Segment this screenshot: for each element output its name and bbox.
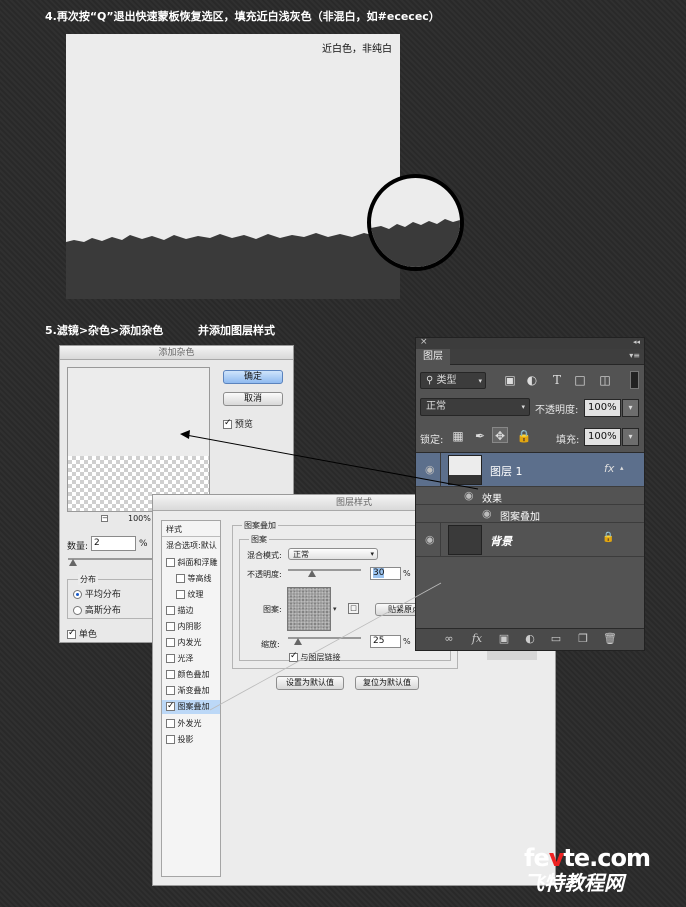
brand-part-1: fe [524, 844, 550, 872]
watermark-brand: fevte.com [524, 845, 684, 871]
annotation-arrows [180, 430, 479, 711]
watermark-brand-cn: 飞特教程网 [524, 871, 624, 895]
pointer-line-to-preview [185, 434, 479, 490]
pointer-arrowhead [180, 430, 190, 439]
brand-part-3: te.com [563, 844, 651, 872]
site-watermark: fevte.com 飞特教程网 [524, 845, 684, 901]
brand-part-2: v [548, 844, 565, 872]
pointer-line-to-pattern-overlay [209, 582, 442, 711]
